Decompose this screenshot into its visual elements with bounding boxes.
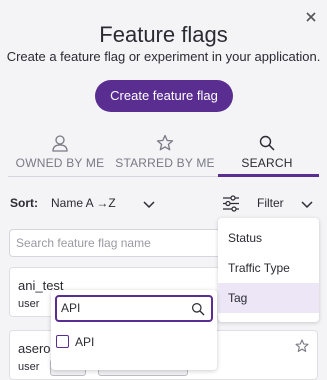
- tag-search-value: API: [61, 301, 81, 315]
- create-feature-flag-button[interactable]: Create feature flag: [95, 80, 233, 112]
- filter-option-traffic-type[interactable]: Traffic Type: [218, 253, 319, 283]
- tab-label: OWNED BY ME: [15, 156, 105, 170]
- filter-button[interactable]: Filter: [257, 196, 284, 210]
- filter-option-status[interactable]: Status: [218, 223, 319, 253]
- tab-label: SEARCH: [241, 156, 293, 170]
- page-title: Feature flags: [99, 22, 228, 47]
- tab-owned-by-me[interactable]: OWNED BY ME: [5, 134, 115, 170]
- tab-search[interactable]: SEARCH: [212, 134, 322, 170]
- search-input[interactable]: Search feature flag name: [9, 229, 221, 257]
- person-icon: [52, 135, 68, 152]
- chevron-down-icon[interactable]: [142, 197, 156, 211]
- sort-label: Sort:: [10, 196, 38, 210]
- tag-search-input[interactable]: API: [55, 295, 213, 322]
- star-icon: [156, 134, 174, 151]
- star-icon[interactable]: [295, 339, 309, 353]
- tag-option-checkbox[interactable]: [56, 335, 69, 348]
- sort-select[interactable]: Name A →Z: [51, 196, 116, 210]
- filter-sliders-icon[interactable]: [222, 195, 240, 212]
- flag-name: asero: [18, 341, 51, 356]
- filter-option-tag[interactable]: Tag: [218, 283, 319, 313]
- flag-traffic-type: user: [18, 361, 40, 373]
- chevron-down-icon[interactable]: [300, 197, 314, 211]
- flag-traffic-type: user: [18, 298, 40, 310]
- filter-menu: Status Traffic Type Tag: [218, 218, 319, 322]
- tab-label: STARRED BY ME: [115, 156, 215, 170]
- tag-filter-dropdown: API API: [51, 290, 217, 370]
- search-icon: [192, 303, 205, 316]
- tab-starred-by-me[interactable]: STARRED BY ME: [110, 134, 220, 170]
- tag-option-label[interactable]: API: [75, 335, 94, 349]
- search-icon: [259, 135, 275, 151]
- active-tab-indicator: [218, 174, 319, 177]
- page-subtitle: Create a feature flag or experiment in y…: [6, 49, 321, 64]
